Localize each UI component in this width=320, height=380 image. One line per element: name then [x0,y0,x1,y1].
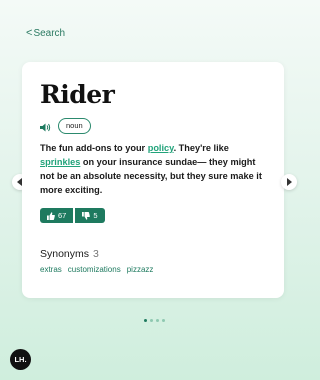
policy-link[interactable]: policy [148,143,174,153]
synonyms-heading: Synonyms 3 [40,248,99,260]
pagination-dot[interactable] [162,319,165,322]
definition-text: The fun add-ons to your policy. They're … [40,143,262,195]
pagination-dot[interactable] [144,319,147,322]
back-label: Search [33,27,66,39]
definition-card: Rider noun The fun add-ons to your polic… [22,62,284,298]
synonym-item[interactable]: extras [40,265,62,274]
chevron-left-icon: < [26,27,33,39]
downvote-button[interactable]: 5 [75,208,105,223]
upvote-count: 67 [58,211,67,220]
synonyms-count: 3 [93,248,99,260]
part-of-speech-badge: noun [58,118,91,134]
synonyms-list: extras customizations pizzazz [40,265,153,274]
term-title: Rider [40,80,115,109]
sprinkles-link[interactable]: sprinkles [40,157,80,167]
pagination-dots [144,319,165,322]
pagination-dot[interactable] [156,319,159,322]
upvote-button[interactable]: 67 [40,208,74,223]
pagination-dot[interactable] [150,319,153,322]
speaker-icon[interactable] [40,123,51,132]
synonyms-title: Synonyms [40,248,90,260]
synonym-item[interactable]: pizzazz [127,265,154,274]
thumbs-up-icon [47,211,55,220]
back-to-search-link[interactable]: < Search [26,27,65,39]
vote-group: 67 5 [40,208,105,223]
synonym-item[interactable]: customizations [68,265,121,274]
chevron-right-icon [287,178,292,186]
next-card-button[interactable] [281,174,297,190]
downvote-count: 5 [93,211,98,220]
brand-logo[interactable]: LH. [10,349,31,370]
thumbs-down-icon [82,211,91,220]
